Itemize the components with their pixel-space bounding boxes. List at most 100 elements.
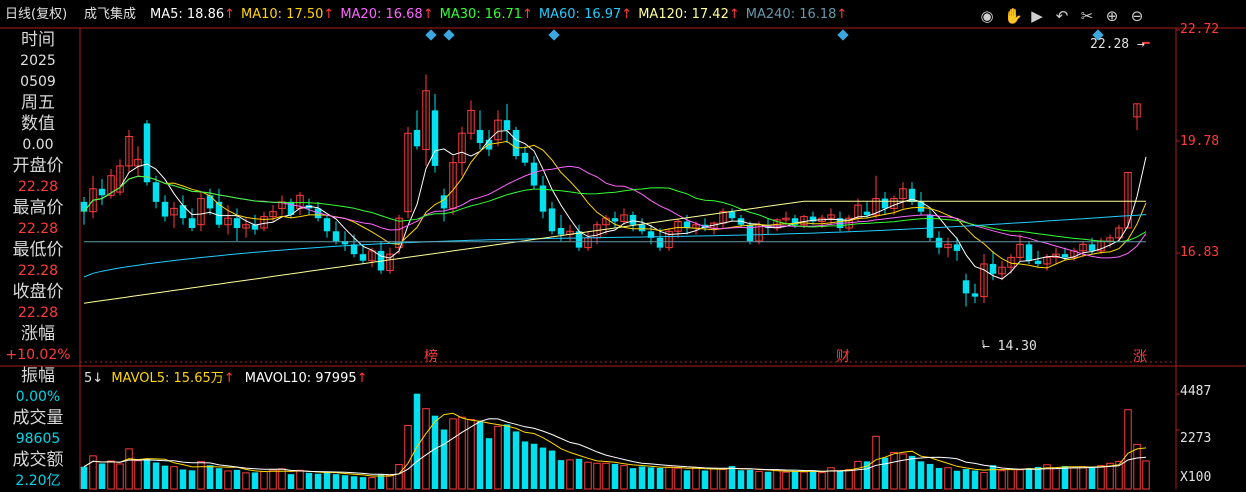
volume-bar: [998, 470, 1006, 490]
volume-bar: [881, 457, 889, 489]
zoom-out-icon[interactable]: ⊖: [1129, 8, 1145, 24]
ma-legend-label: MA120: 17.42: [638, 7, 729, 22]
event-diamond-icon: [443, 29, 455, 41]
volume-bar: [611, 463, 619, 489]
volume-bar: [557, 460, 565, 489]
candle-body: [332, 231, 340, 242]
hand-icon[interactable]: ✋: [1004, 8, 1023, 24]
volume-bar: [674, 467, 682, 490]
price-axis-low: 16.83: [1180, 245, 1220, 260]
candle-body: [557, 228, 565, 235]
info-label: 成交额: [12, 450, 64, 470]
volume-bar: [818, 472, 826, 490]
candle-body: [629, 214, 637, 225]
eye-icon[interactable]: ◉: [979, 8, 995, 24]
volume-bar: [224, 470, 232, 490]
volume-bar: [719, 468, 727, 490]
play-icon[interactable]: ▶: [1029, 8, 1045, 24]
volume-bar: [1133, 443, 1141, 490]
info-label: 开盘价: [12, 156, 64, 176]
volume-prefix: 5↓: [84, 371, 104, 386]
ma-legend-item: MA10: 17.50↑: [241, 7, 334, 22]
volume-bar: [791, 471, 799, 489]
candle-body: [431, 110, 439, 166]
zoom-in-icon[interactable]: ⊕: [1104, 8, 1120, 24]
volume-bar: [467, 419, 475, 490]
ma-legend-arrow: ↑: [323, 7, 335, 22]
undo-icon[interactable]: ↶: [1054, 8, 1070, 24]
info-label: 涨幅: [21, 324, 55, 344]
price-axis-max: 22.72: [1180, 22, 1220, 37]
period-selector[interactable]: 日线(复权): [5, 0, 67, 30]
info-value: 0.00%: [15, 389, 61, 405]
ma-legend-item: MA20: 16.68↑: [340, 7, 433, 22]
volume-bar: [197, 461, 205, 490]
volume-bar: [944, 467, 952, 490]
volume-bar: [620, 465, 628, 490]
ma-legend-arrow: ↑: [728, 7, 740, 22]
candle-body: [962, 280, 970, 294]
candle-body: [215, 201, 223, 225]
volume-bar: [962, 469, 970, 489]
event-label-limit-up[interactable]: 涨: [1133, 346, 1147, 366]
volume-bar: [890, 451, 898, 490]
candle-body: [323, 218, 331, 232]
candle-body: [143, 123, 151, 183]
volume-bar: [836, 470, 844, 489]
volume-bar: [782, 471, 790, 490]
volume-bar: [1124, 409, 1132, 490]
event-diamond-icon: [837, 29, 849, 41]
volume-bar: [953, 470, 961, 489]
volume-bar: [1088, 466, 1096, 489]
volume-bar: [107, 460, 115, 490]
volume-bar: [503, 424, 511, 489]
volume-bar: [548, 450, 556, 489]
volume-bar: [1016, 469, 1024, 490]
volume-bar: [1079, 466, 1087, 490]
info-label: 最低价: [12, 240, 64, 260]
volume-bar: [935, 467, 943, 489]
ma-legend-label: MA10: 17.50: [241, 7, 324, 22]
ma-legend-label: MA20: 16.68: [340, 7, 423, 22]
volume-bar: [188, 470, 196, 489]
chart-header: 日线(复权) 成飞集成 MA5: 18.86↑ MA10: 17.50↑ MA20:…: [0, 0, 1246, 30]
volume-bar: [989, 465, 997, 489]
candle-body: [638, 224, 646, 232]
volume-bar: [296, 469, 304, 490]
moving-average-legend: MA5: 18.86↑ MA10: 17.50↑ MA20: 16.68↑ MA30:…: [150, 0, 853, 30]
event-label-finance[interactable]: 财: [836, 346, 850, 366]
ma-legend-item: MA240: 16.18↑: [746, 7, 848, 22]
volume-bar: [683, 470, 691, 489]
volume-bar: [116, 463, 124, 490]
volume-bar: [602, 462, 610, 490]
candle-body: [971, 293, 979, 297]
event-label-rank[interactable]: 榜: [424, 346, 438, 366]
low-price-marker: ← 14.30: [982, 339, 1037, 354]
info-label: 时间: [21, 30, 55, 50]
volume-bar: [1025, 468, 1033, 489]
volume-bar: [359, 477, 367, 489]
candle-body: [413, 129, 421, 147]
volume-bar: [845, 468, 853, 490]
volume-bar: [422, 408, 430, 490]
candle-body: [152, 182, 160, 202]
candle-body: [1025, 244, 1033, 261]
volume-bar: [314, 473, 322, 489]
volume-bar: [566, 459, 574, 490]
candle-body: [80, 201, 88, 212]
ma-legend-label: MA60: 16.97: [538, 7, 622, 22]
volume-bar: [350, 476, 358, 489]
event-diamond-icon: [548, 29, 560, 41]
volume-bar: [1106, 462, 1114, 490]
candle-body: [863, 211, 871, 215]
scissors-icon[interactable]: ✂: [1079, 8, 1095, 24]
volume-bar: [908, 455, 916, 489]
volume-bar: [575, 458, 583, 489]
volume-bar: [323, 471, 331, 489]
candle-body: [512, 129, 520, 157]
kline-chart[interactable]: [0, 0, 1246, 491]
ma-legend-arrow: ↑: [836, 7, 848, 22]
volume-bar: [917, 461, 925, 489]
volume-bar: [593, 462, 601, 490]
volume-bar: [305, 472, 313, 489]
